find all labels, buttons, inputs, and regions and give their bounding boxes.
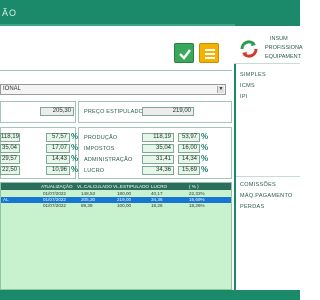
table-cell: 18,26: [151, 203, 163, 208]
column-header[interactable]: VL.CALCULADO: [77, 183, 112, 190]
estimated-price-field[interactable]: 219,00: [142, 107, 194, 116]
taxes-label: IMPOSTOS: [84, 146, 115, 152]
hamburger-icon: [205, 49, 215, 51]
profit-percent-field: 15,69: [178, 166, 200, 175]
column-header[interactable]: ( % ): [189, 183, 199, 190]
table-header: ATUALIZAÇÃO VL.CALCULADO VL.ESTIPULADO L…: [1, 183, 231, 190]
sidebar-link-equipment[interactable]: EQUIPAMENT: [265, 54, 301, 60]
title-bar: ÃO: [0, 0, 300, 26]
production-label: PRODUÇÃO: [84, 135, 118, 141]
table-cell: 89,39: [81, 203, 93, 208]
percent-sign: %: [201, 165, 209, 174]
check-icon: [179, 49, 191, 60]
tax-regime-value: IONAL: [3, 86, 22, 92]
administration-value-field: 31,41: [142, 155, 174, 164]
table-row[interactable]: 01/07/2022 89,39 100,00 18,26 18,26%: [1, 203, 231, 209]
administration-percent-field: 14,34: [178, 155, 200, 164]
sidebar-link-commissions[interactable]: COMISSÕES: [240, 182, 276, 188]
administration-label: ADMINISTRAÇÃO: [84, 157, 133, 163]
taxes-value-field: 35,04: [142, 144, 174, 153]
sidebar-link-supplies[interactable]: INSUM: [270, 36, 288, 42]
percent-sign: %: [201, 132, 209, 141]
refresh-icon[interactable]: [238, 38, 260, 60]
taxes-percent-field: 16,00: [178, 144, 200, 153]
percent-sign: %: [201, 143, 209, 152]
sidebar-divider: [236, 176, 300, 177]
taxes-cost-field: 35,04: [0, 144, 20, 153]
calculated-price-field: 205,30: [40, 107, 74, 116]
production-percent-field: 53,97: [178, 133, 200, 142]
profit-label: LUCRO: [84, 168, 105, 174]
production-value-field: 118,19: [142, 133, 174, 142]
divider: [0, 70, 232, 71]
sidebar: [234, 26, 300, 290]
toolbar: [0, 27, 232, 67]
sidebar-link-professionals[interactable]: PROFISSIONA: [265, 45, 303, 51]
table-cell: 100,00: [117, 203, 132, 208]
table-cell: 01/07/2022: [43, 203, 66, 208]
sidebar-link-simples[interactable]: SIMPLES: [240, 72, 266, 78]
title-underline: [0, 24, 235, 26]
column-header[interactable]: ATUALIZAÇÃO: [41, 183, 73, 190]
sidebar-link-payment-machine[interactable]: MÁQ.PAGAMENTO: [240, 193, 293, 199]
window-title: ÃO: [2, 8, 18, 18]
menu-button[interactable]: [199, 43, 219, 63]
hamburger-icon: [205, 57, 215, 59]
bottom-bar: [0, 290, 300, 300]
percent-sign: %: [201, 154, 209, 163]
sidebar-link-icms[interactable]: ICMS: [240, 83, 255, 89]
production-pct-field: 57,57: [46, 133, 70, 142]
production-cost-field: 118,19: [0, 133, 20, 142]
confirm-button[interactable]: [174, 43, 194, 63]
estimated-price-label: PREÇO ESTIPULADO: [84, 109, 144, 115]
column-header[interactable]: VL.ESTIPULADO: [113, 183, 149, 190]
profit-value-field: 34,36: [142, 166, 174, 175]
sidebar-link-ipi[interactable]: IPI: [240, 94, 248, 100]
sidebar-link-losses[interactable]: PERDAS: [240, 204, 264, 210]
tax-regime-select[interactable]: IONAL ▼: [0, 84, 226, 95]
chevron-down-icon[interactable]: ▼: [217, 86, 224, 93]
hamburger-icon: [205, 53, 215, 55]
profit-pct-field: 10,96: [46, 166, 70, 175]
taxes-pct-field: 17,07: [46, 144, 70, 153]
table-cell: 18,26%: [189, 203, 205, 208]
admin-pct-field: 14,43: [46, 155, 70, 164]
price-history-table[interactable]: ATUALIZAÇÃO VL.CALCULADO VL.ESTIPULADO L…: [0, 182, 232, 290]
admin-cost-field: 29,57: [0, 155, 20, 164]
profit-cost-field: 22,50: [0, 166, 20, 175]
column-header[interactable]: LUCRO: [151, 183, 167, 190]
